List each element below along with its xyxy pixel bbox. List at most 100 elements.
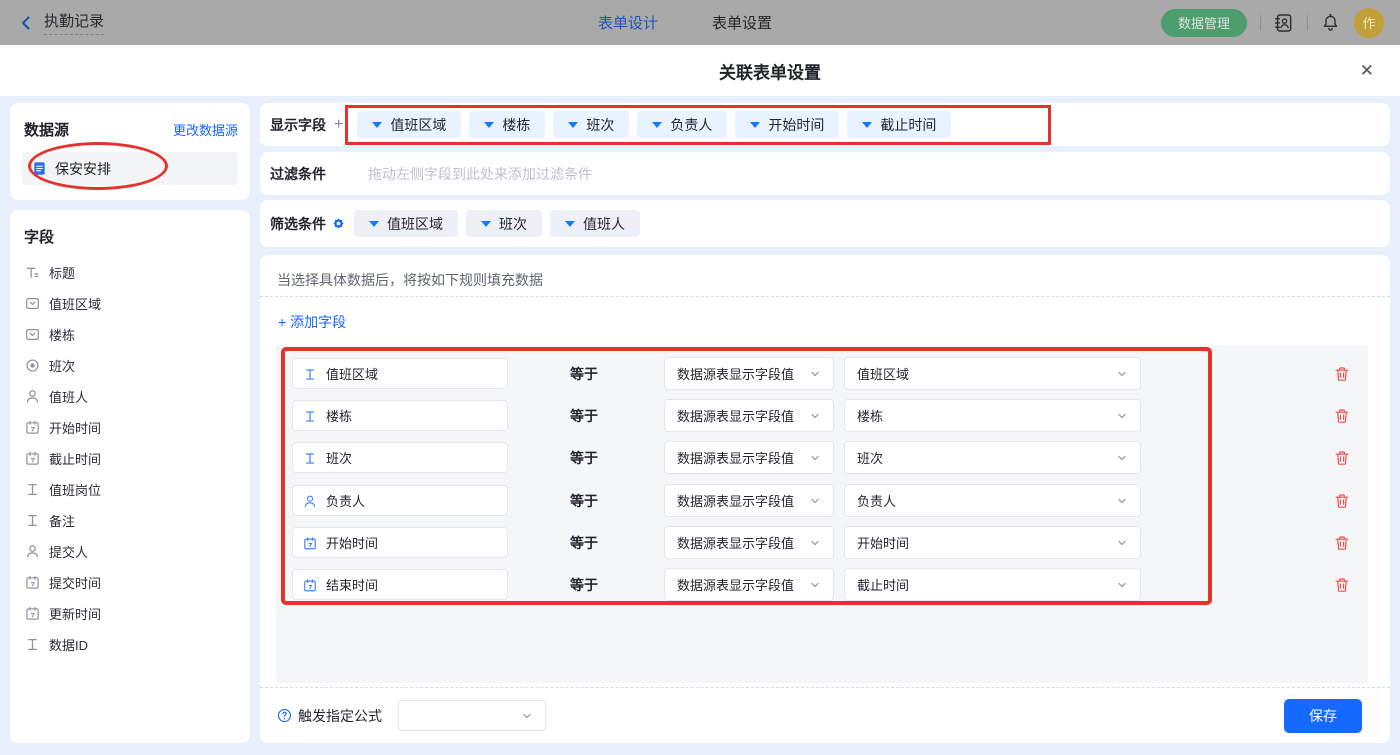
field-item[interactable]: 提交时间: [10, 567, 250, 598]
title-icon: [25, 265, 40, 280]
source-type-select[interactable]: 数据源表显示字段值: [664, 526, 834, 559]
delete-icon[interactable]: [1334, 493, 1350, 509]
field-item[interactable]: 值班岗位: [10, 474, 250, 505]
field-item[interactable]: 更新时间: [10, 598, 250, 629]
caret-down-icon: [484, 122, 494, 128]
rule-field-box[interactable]: 班次: [292, 442, 508, 473]
chevron-down-icon: [1116, 410, 1128, 422]
field-tag[interactable]: 班次: [466, 210, 542, 237]
chevron-down-icon: [809, 495, 821, 507]
equals-operator: 等于: [570, 533, 606, 553]
divider: [1260, 15, 1261, 30]
field-item[interactable]: 标题: [10, 257, 250, 288]
delete-icon[interactable]: [1334, 366, 1350, 382]
rule-field-box[interactable]: 负责人: [292, 485, 508, 516]
caret-down-icon: [372, 122, 382, 128]
close-icon[interactable]: ✕: [1360, 61, 1374, 81]
source-type-select[interactable]: 数据源表显示字段值: [664, 441, 834, 474]
tag-label: 截止时间: [880, 115, 936, 135]
document-icon: [32, 161, 47, 176]
field-tag[interactable]: 楼栋: [469, 111, 545, 138]
filter-placeholder: 拖动左侧字段到此处来添加过滤条件: [368, 164, 592, 184]
source-type-select[interactable]: 数据源表显示字段值: [664, 568, 834, 601]
field-item[interactable]: 值班人: [10, 381, 250, 412]
field-tag[interactable]: 截止时间: [847, 111, 951, 138]
field-item[interactable]: 提交人: [10, 536, 250, 567]
rule-field-box[interactable]: 楼栋: [292, 400, 508, 431]
field-item[interactable]: 楼栋: [10, 319, 250, 350]
field-item[interactable]: 值班区域: [10, 288, 250, 319]
add-field-link[interactable]: + 添加字段: [260, 297, 346, 345]
contacts-icon[interactable]: [1274, 13, 1294, 33]
rule-field-box[interactable]: 结束时间: [292, 569, 508, 600]
tag-label: 负责人: [670, 115, 712, 135]
equals-operator: 等于: [570, 491, 606, 511]
delete-icon[interactable]: [1334, 450, 1350, 466]
field-item[interactable]: 开始时间: [10, 412, 250, 443]
source-type-select-value: 数据源表显示字段值: [677, 364, 794, 383]
divider: [1307, 15, 1308, 30]
bell-icon[interactable]: [1321, 13, 1341, 33]
field-item-label: 值班区域: [49, 294, 101, 313]
fill-rule-row: 楼栋等于数据源表显示字段值楼栋: [276, 399, 1368, 432]
rule-field-label: 值班区域: [326, 364, 378, 383]
back-icon[interactable]: [18, 15, 34, 31]
field-item-label: 备注: [49, 511, 75, 530]
field-item[interactable]: 数据ID: [10, 629, 250, 660]
field-item[interactable]: 备注: [10, 505, 250, 536]
question-circle-icon[interactable]: [277, 708, 292, 723]
screen-filter-row: 筛选条件 值班区域班次值班人: [260, 200, 1390, 247]
field-tag[interactable]: 值班人: [550, 210, 640, 237]
filter-row[interactable]: 过滤条件 拖动左侧字段到此处来添加过滤条件: [260, 152, 1390, 195]
field-tag[interactable]: 负责人: [637, 111, 727, 138]
text-icon: [25, 482, 40, 497]
source-field-select[interactable]: 值班区域: [844, 357, 1141, 390]
formula-select[interactable]: [398, 700, 546, 731]
data-manage-button[interactable]: 数据管理: [1161, 9, 1247, 37]
delete-icon[interactable]: [1334, 535, 1350, 551]
modal-header: 关联表单设置 ✕: [0, 45, 1400, 96]
source-type-select[interactable]: 数据源表显示字段值: [664, 399, 834, 432]
datasource-panel: 数据源 更改数据源 保安安排: [10, 103, 250, 200]
change-datasource-link[interactable]: 更改数据源: [173, 120, 238, 139]
caret-down-icon: [369, 221, 379, 227]
field-tag[interactable]: 开始时间: [735, 111, 839, 138]
source-field-select[interactable]: 楼栋: [844, 399, 1141, 432]
delete-icon[interactable]: [1334, 408, 1350, 424]
avatar[interactable]: 作: [1354, 8, 1384, 38]
source-type-select[interactable]: 数据源表显示字段值: [664, 357, 834, 390]
source-field-select[interactable]: 开始时间: [844, 526, 1141, 559]
text-icon: [25, 637, 40, 652]
footer-bar: 触发指定公式 保存: [260, 687, 1390, 743]
source-type-select-value: 数据源表显示字段值: [677, 575, 794, 594]
save-button[interactable]: 保存: [1284, 699, 1362, 733]
delete-icon[interactable]: [1334, 577, 1350, 593]
equals-operator: 等于: [570, 364, 606, 384]
tag-label: 值班人: [583, 214, 625, 234]
field-tag[interactable]: 班次: [553, 111, 629, 138]
rule-field-box[interactable]: 开始时间: [292, 527, 508, 558]
tag-label: 开始时间: [768, 115, 824, 135]
topbar-tabs: 表单设计 表单设置: [598, 0, 772, 45]
rule-field-box[interactable]: 值班区域: [292, 358, 508, 389]
add-display-field-icon[interactable]: +: [334, 116, 343, 134]
topbar: 执勤记录 表单设计 表单设置 数据管理 作: [0, 0, 1400, 45]
tab-form-design[interactable]: 表单设计: [598, 12, 658, 33]
field-tag[interactable]: 值班区域: [357, 111, 461, 138]
tag-label: 值班区域: [390, 115, 446, 135]
rule-field-label: 楼栋: [326, 406, 352, 425]
caret-down-icon: [481, 221, 491, 227]
datasource-item[interactable]: 保安安排: [22, 152, 238, 185]
field-item[interactable]: 截止时间: [10, 443, 250, 474]
field-tag[interactable]: 值班区域: [354, 210, 458, 237]
source-field-select[interactable]: 截止时间: [844, 568, 1141, 601]
tab-form-settings[interactable]: 表单设置: [712, 12, 772, 33]
source-type-select[interactable]: 数据源表显示字段值: [664, 484, 834, 517]
field-item-label: 开始时间: [49, 418, 101, 437]
gear-icon[interactable]: [331, 216, 346, 231]
chevron-down-icon: [1116, 495, 1128, 507]
field-item[interactable]: 班次: [10, 350, 250, 381]
display-fields-label: 显示字段: [270, 115, 326, 135]
source-field-select[interactable]: 负责人: [844, 484, 1141, 517]
source-field-select[interactable]: 班次: [844, 441, 1141, 474]
